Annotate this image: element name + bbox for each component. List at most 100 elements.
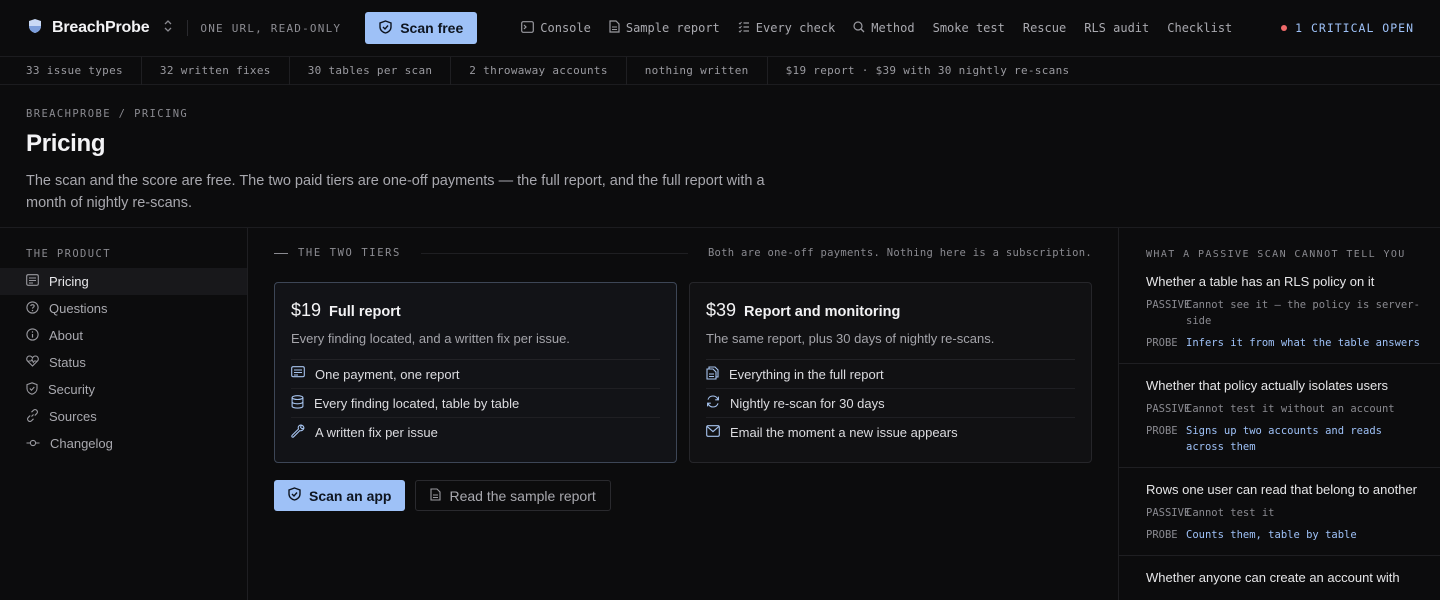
tier-feature-label: A written fix per issue xyxy=(315,425,438,440)
tier-name: Report and monitoring xyxy=(744,304,901,320)
file-icon xyxy=(430,487,442,504)
receipt-icon xyxy=(291,366,305,382)
panel-heading: WHAT A PASSIVE SCAN CANNOT TELL YOU xyxy=(1146,249,1406,260)
tier-feature: Email the moment a new issue appears xyxy=(706,418,1075,447)
link-icon xyxy=(26,408,39,425)
search-icon xyxy=(853,20,865,36)
sidebar-item-security[interactable]: Security xyxy=(0,376,247,403)
passive-scan-panel: WHAT A PASSIVE SCAN CANNOT TELL YOU Whet… xyxy=(1119,228,1440,600)
mail-icon xyxy=(706,425,720,440)
brand[interactable]: BreachProbe xyxy=(28,18,173,39)
section-dash xyxy=(274,252,288,254)
shield-logo-icon xyxy=(28,18,42,39)
sidebar-item-label: Questions xyxy=(49,301,108,316)
stat-item: nothing written xyxy=(627,56,768,85)
read-sample-report-label: Read the sample report xyxy=(449,487,596,504)
page-body: THE PRODUCT Pricing Questions About Stat… xyxy=(0,228,1440,600)
comparison-title: Whether anyone can create an account wit… xyxy=(1146,570,1400,585)
section-header: THE TWO TIERS Both are one-off payments.… xyxy=(274,244,1092,262)
comparison-title: Whether a table has an RLS policy on it xyxy=(1146,274,1375,289)
sidebar-item-pricing[interactable]: Pricing xyxy=(0,268,247,295)
nav-every-check[interactable]: Every check xyxy=(738,21,835,36)
chevron-updown-icon[interactable] xyxy=(163,19,173,38)
nav-console-label: Console xyxy=(540,21,591,35)
status-dot xyxy=(1281,25,1288,31)
receipt-icon xyxy=(26,274,39,289)
stat-item: 30 tables per scan xyxy=(290,56,452,85)
critical-status[interactable]: 1 CRITICAL OPEN xyxy=(1281,21,1414,35)
nav-smoke-test-label: Smoke test xyxy=(932,21,1005,35)
nav-checklist[interactable]: Checklist xyxy=(1167,21,1232,35)
passive-value: Cannot test it without an account xyxy=(1186,403,1395,415)
read-sample-report-button[interactable]: Read the sample report xyxy=(415,480,611,511)
shield-check-icon xyxy=(379,19,392,37)
sidebar-item-changelog[interactable]: Changelog xyxy=(0,430,247,457)
nav-rescue[interactable]: Rescue xyxy=(1023,21,1066,35)
page-header: BREACHPROBE / PRICING Pricing The scan a… xyxy=(0,85,1440,228)
nav-rls-audit-label: RLS audit xyxy=(1084,21,1150,35)
comparison-item: Rows one user can read that belong to an… xyxy=(1119,468,1440,556)
sidebar-item-label: About xyxy=(49,328,83,343)
tier-feature: One payment, one report xyxy=(291,360,660,389)
top-bar: BreachProbe ONE URL, READ-ONLY Scan free… xyxy=(0,0,1440,57)
sidebar-item-label: Changelog xyxy=(50,436,113,451)
heartbeat-icon xyxy=(26,355,39,370)
sidebar-item-about[interactable]: About xyxy=(0,322,247,349)
tier-price: $19 xyxy=(291,300,322,320)
checklist-icon xyxy=(738,21,750,36)
nav-rls-audit[interactable]: RLS audit xyxy=(1084,21,1149,35)
sidebar-item-label: Security xyxy=(48,382,95,397)
nav-rescue-label: Rescue xyxy=(1022,21,1067,35)
scan-an-app-button[interactable]: Scan an app xyxy=(274,480,406,511)
nav-method-label: Method xyxy=(871,21,915,35)
question-icon xyxy=(26,300,39,317)
probe-row: PROBE Counts them, table by table xyxy=(1146,527,1420,555)
terminal-icon xyxy=(521,20,535,36)
comparison-title: Rows one user can read that belong to an… xyxy=(1146,482,1418,497)
sidebar-item-label: Sources xyxy=(49,409,97,424)
tier-feature: A written fix per issue xyxy=(291,418,660,447)
nav-smoke-test[interactable]: Smoke test xyxy=(933,21,1005,35)
sidebar-item-sources[interactable]: Sources xyxy=(0,403,247,430)
stat-item: 33 issue types xyxy=(0,56,142,85)
nav-console[interactable]: Console xyxy=(521,20,591,36)
tier-feature: Every finding located, table by table xyxy=(291,389,660,418)
probe-label: PROBE xyxy=(1146,425,1178,437)
sidebar-item-questions[interactable]: Questions xyxy=(0,295,247,322)
tier-card-report-monitoring[interactable]: $39 Report and monitoring The same repor… xyxy=(689,282,1092,463)
refresh-icon xyxy=(706,395,720,411)
brand-name: BreachProbe xyxy=(52,19,150,36)
critical-status-label: 1 CRITICAL OPEN xyxy=(1295,21,1414,35)
stat-item: $19 report · $39 with 30 nightly re-scan… xyxy=(785,64,1070,77)
tagline: ONE URL, READ-ONLY xyxy=(200,21,342,35)
page-lead: The scan and the score are free. The two… xyxy=(26,173,765,211)
scan-free-button[interactable]: Scan free xyxy=(365,12,478,44)
comparison-item: Whether that policy actually isolates us… xyxy=(1119,364,1440,468)
passive-label: PASSIVE xyxy=(1146,507,1191,519)
tier-feature-label: Everything in the full report xyxy=(729,366,884,382)
nav-method[interactable]: Method xyxy=(853,20,915,36)
nav-every-check-label: Every check xyxy=(755,21,836,35)
cta-row: Scan an app Read the sample report xyxy=(274,480,1092,511)
passive-label: PASSIVE xyxy=(1146,403,1191,415)
commit-icon xyxy=(26,436,40,451)
sidebar-item-status[interactable]: Status xyxy=(0,349,247,376)
probe-row: PROBE Signs up two accounts and reads ac… xyxy=(1146,423,1420,467)
tier-feature-label: Email the moment a new issue appears xyxy=(730,425,958,440)
page-title: Pricing xyxy=(26,130,106,157)
nav-sample-report[interactable]: Sample report xyxy=(609,20,720,36)
passive-row: PASSIVE Cannot test it without an accoun… xyxy=(1146,401,1420,417)
breadcrumb[interactable]: BREACHPROBE / PRICING xyxy=(26,108,1414,120)
tier-heading: $19 Full report xyxy=(291,300,660,321)
section-rule xyxy=(420,252,688,254)
tier-feature-label: Every finding located, table by table xyxy=(314,395,520,411)
passive-value: Cannot see it — the policy is server-sid… xyxy=(1186,299,1420,327)
passive-label: PASSIVE xyxy=(1146,299,1191,311)
scan-free-label: Scan free xyxy=(400,20,464,36)
section-title: THE TWO TIERS xyxy=(298,247,401,259)
file-icon xyxy=(609,20,620,36)
tier-card-full-report[interactable]: $19 Full report Every finding located, a… xyxy=(274,282,677,463)
divider xyxy=(187,20,189,36)
sidebar-item-label: Pricing xyxy=(49,274,89,289)
stat-item: 32 written fixes xyxy=(142,56,290,85)
